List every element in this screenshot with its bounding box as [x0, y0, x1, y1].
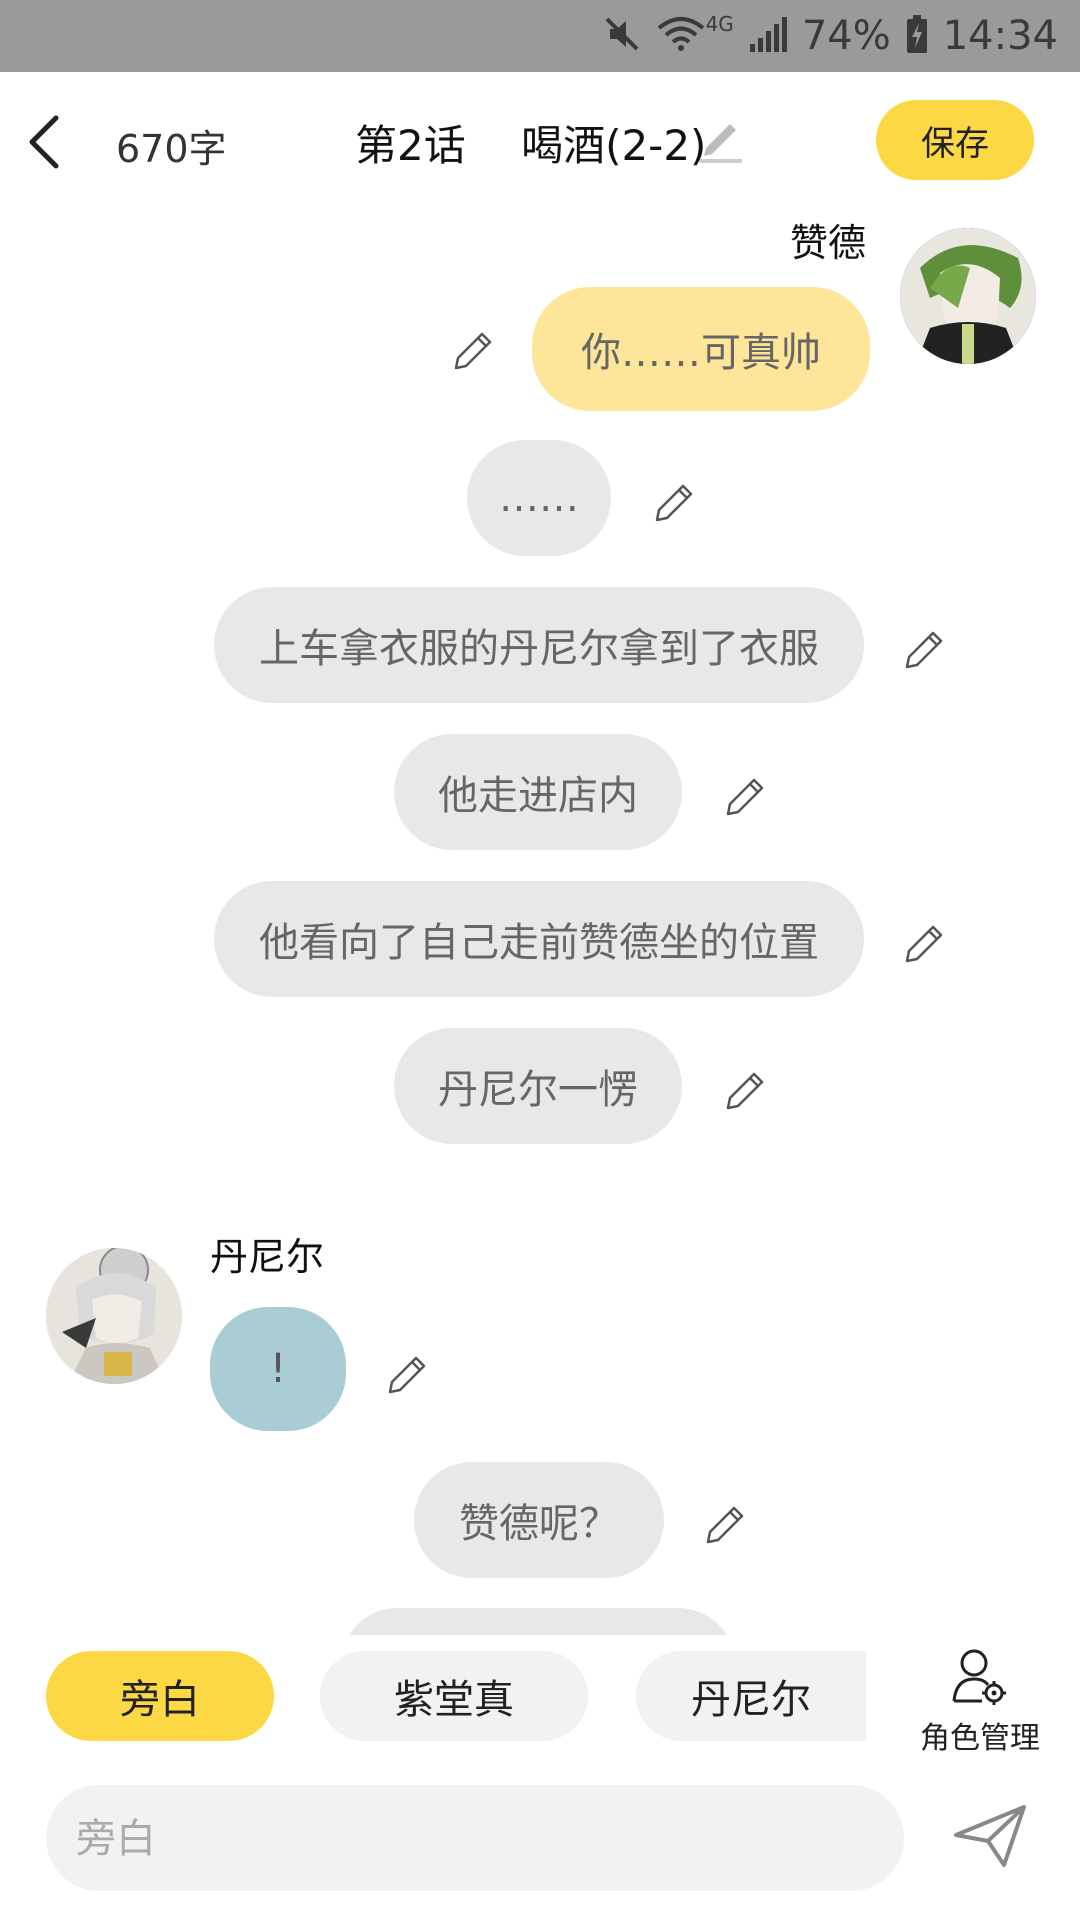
page-title: 第2话 喝酒(2-2) — [355, 121, 707, 170]
pencil-icon[interactable] — [903, 625, 947, 669]
battery-charging-icon — [905, 14, 929, 58]
word-count: 670字 — [116, 127, 227, 171]
back-button[interactable] — [18, 110, 78, 174]
message-bubble[interactable]: 你……可真帅 — [532, 287, 870, 411]
pencil-icon[interactable] — [704, 1500, 748, 1544]
message-input-wrapper — [46, 1785, 904, 1893]
chevron-left-icon — [29, 115, 59, 169]
role-manage-button[interactable]: 角色管理 — [900, 1641, 1060, 1756]
role-manage-label: 角色管理 — [920, 1721, 1040, 1756]
narration-bubble[interactable]: 丹尼尔一愣 — [394, 1028, 682, 1144]
avatar[interactable] — [46, 1248, 182, 1384]
pencil-icon[interactable] — [724, 1066, 768, 1110]
edit-title-icon[interactable] — [698, 114, 744, 164]
narration-bubble[interactable]: 他看向了自己走前赞德坐的位置 — [214, 881, 864, 997]
narration-bubble[interactable]: …… — [467, 440, 611, 556]
composer: 旁白 紫堂真 丹尼尔 角色管理 — [0, 1635, 1080, 1920]
message-input[interactable] — [74, 1785, 878, 1893]
message-bubble[interactable]: ! — [210, 1307, 346, 1431]
clock: 14:34 — [942, 13, 1058, 59]
pencil-icon[interactable] — [903, 919, 947, 963]
battery-percent: 74% — [801, 13, 891, 59]
narration-bubble[interactable]: 赞德呢？ — [414, 1462, 664, 1578]
speaker-name: 赞德 — [790, 221, 867, 265]
pencil-icon[interactable] — [724, 772, 768, 816]
mute-icon — [602, 14, 642, 58]
send-icon — [954, 1805, 1026, 1867]
speaker-name: 丹尼尔 — [210, 1235, 325, 1279]
wifi-icon — [656, 14, 706, 58]
status-bar: 4G 74% 14:34 — [0, 0, 1080, 72]
send-button[interactable] — [950, 1795, 1030, 1875]
narration-bubble[interactable]: 上车拿衣服的丹尼尔拿到了衣服 — [214, 587, 864, 703]
top-bar: 670字 第2话 喝酒(2-2) 保存 — [0, 72, 1080, 212]
user-settings-icon — [952, 1649, 1006, 1705]
chat-area[interactable]: 赞德 你……可真帅 …… 上车拿衣服的丹尼尔拿到了衣服 他走进店内 他看向了自己… — [0, 212, 1080, 1635]
avatar[interactable] — [900, 228, 1036, 364]
narration-bubble[interactable]: 他走进店内 — [394, 734, 682, 850]
role-chip[interactable]: 丹尼尔 — [636, 1651, 866, 1741]
role-chip[interactable]: 紫堂真 — [320, 1651, 588, 1741]
save-button[interactable]: 保存 — [876, 100, 1034, 180]
signal-icon — [748, 14, 788, 58]
narration-bubble-partial[interactable] — [340, 1608, 736, 1635]
pencil-icon[interactable] — [452, 326, 496, 370]
pencil-icon[interactable] — [653, 478, 697, 522]
pencil-icon[interactable] — [386, 1350, 430, 1394]
role-chip-narration[interactable]: 旁白 — [46, 1651, 274, 1741]
network-type: 4G — [705, 12, 734, 36]
